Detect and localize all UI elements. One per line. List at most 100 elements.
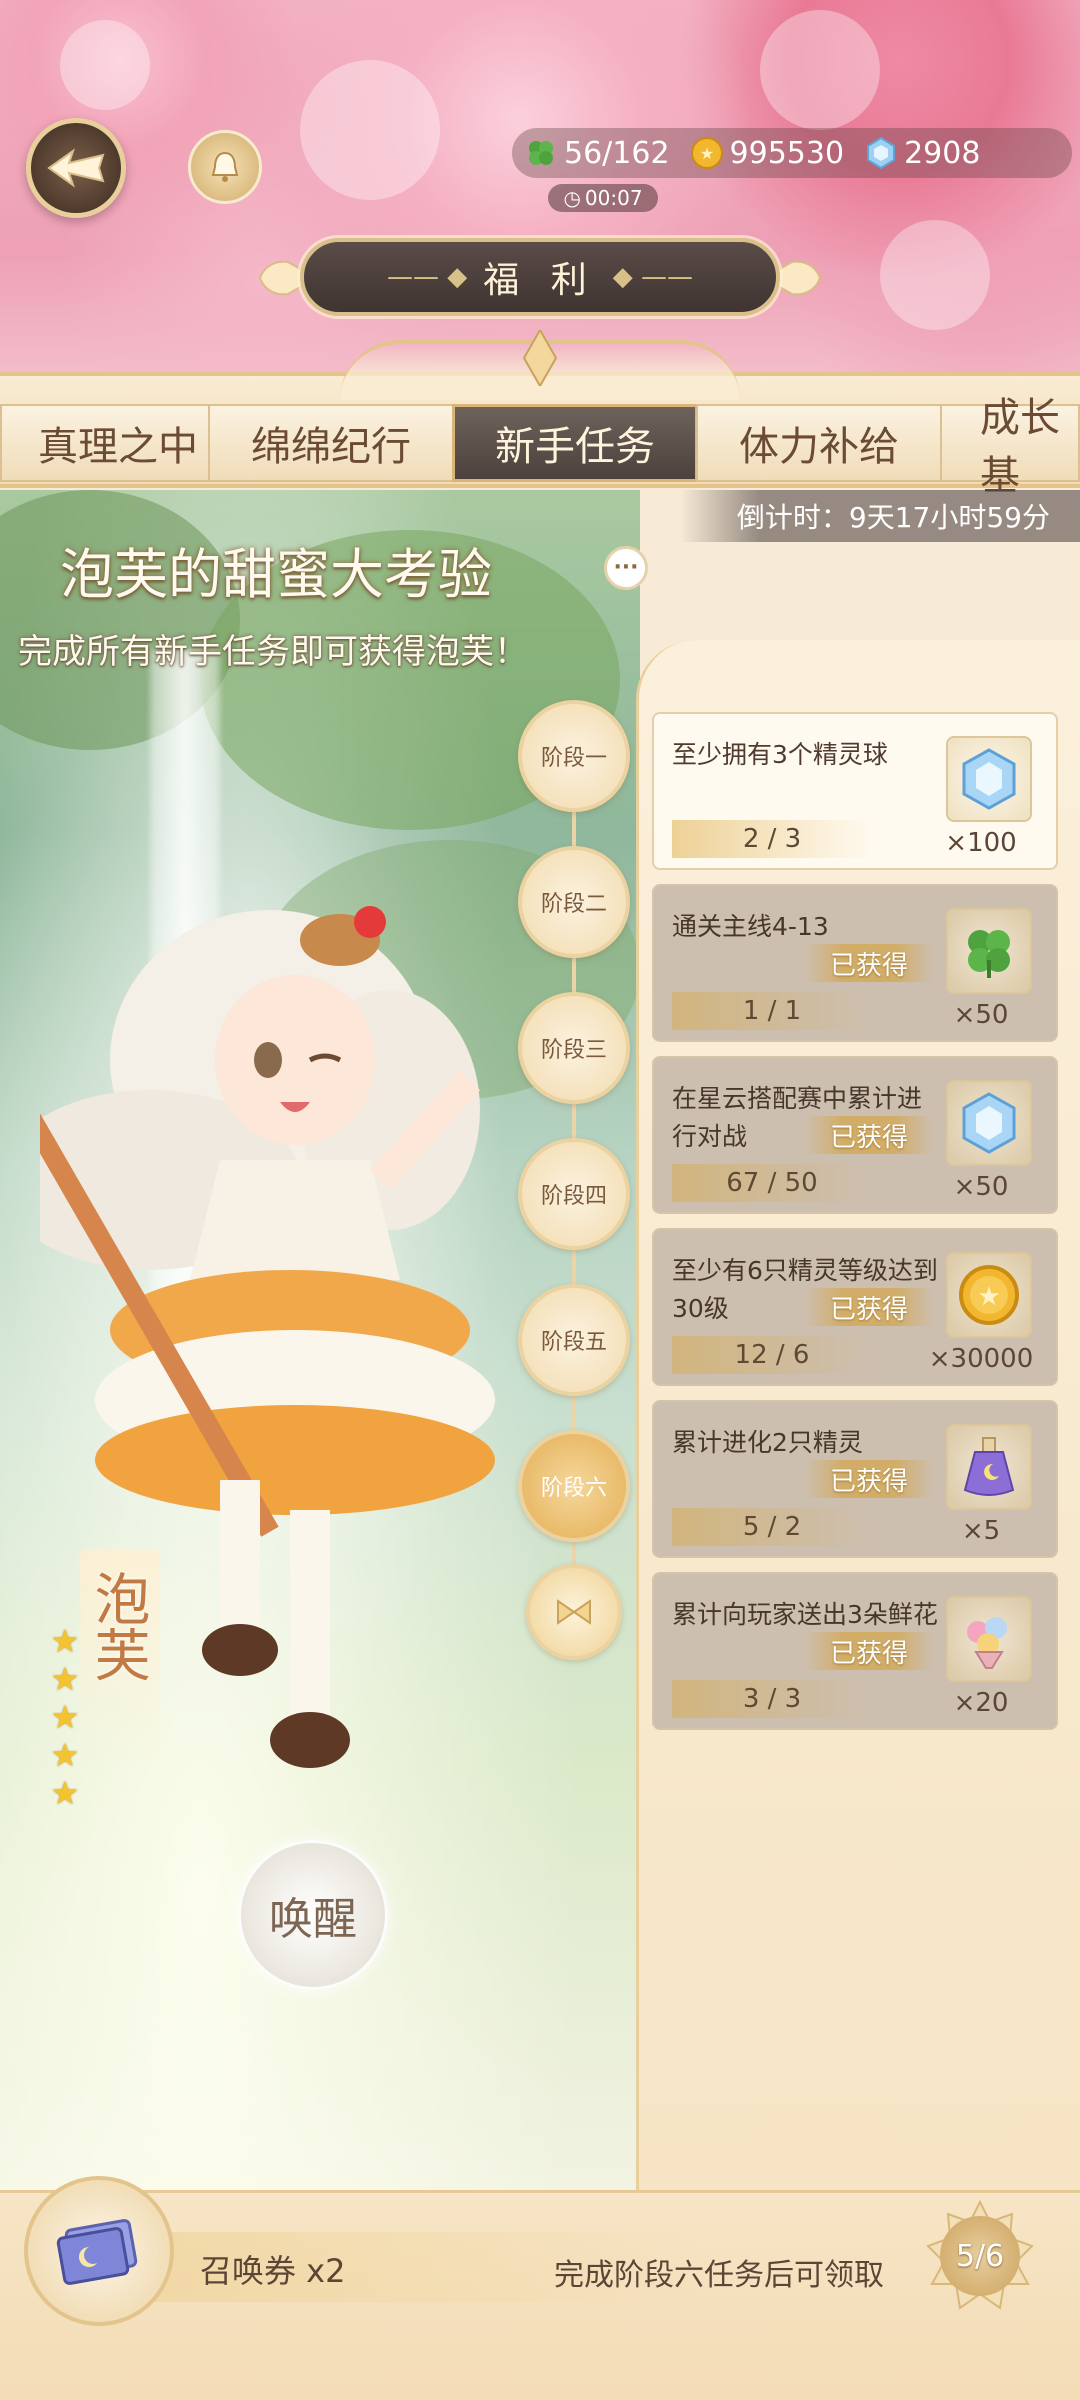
task-progress-text: 3 / 3 [742,1684,802,1714]
stage-label: 阶段四 [540,1184,607,1209]
star-icon: ★ [50,1698,80,1736]
rarity-stars: ★ ★ ★ ★ ★ [48,1624,82,1814]
bow-icon [557,1599,591,1625]
page-title: —— ◆ 福 利 ◆ —— [300,238,780,316]
task-card[interactable]: 至少拥有3个精灵球 2 / 3 ×100 [652,712,1058,870]
star-icon: ★ [50,1622,80,1660]
task-progress-text: 5 / 2 [742,1512,802,1542]
task-card[interactable]: 累计进化2只精灵 已获得 5 / 2 ×5 [652,1400,1058,1558]
reward-count: ×20 [953,1688,1009,1718]
stage-label: 阶段一 [540,746,607,771]
tab-label: 体力补给 [739,424,899,470]
task-card[interactable]: 累计向玩家送出3朵鲜花 已获得 3 / 3 ×20 [652,1572,1058,1730]
character-name: 泡芙 [85,1570,150,1682]
task-progress-text: 12 / 6 [734,1340,810,1370]
info-bubble-button[interactable]: ··· [604,546,648,590]
task-progress: 67 / 50 [672,1164,872,1202]
claimed-stamp: 已获得 [804,1460,934,1498]
tab-growth[interactable]: 成长基 [940,395,1080,499]
tab-journey[interactable]: 绵绵纪行 [208,404,454,482]
tab-label: 真理之中 [38,424,198,470]
gold-counter[interactable]: ★ 995530 [688,134,845,172]
claim-hint: 完成阶段六任务后可领取 [554,2258,884,2293]
task-card[interactable]: 至少有6只精灵等级达到30级 已获得 12 / 6 ★ ×30000 [652,1228,1058,1386]
task-description: 至少拥有3个精灵球 [672,740,888,769]
crystal-icon [862,134,900,172]
resource-bar: 56/162 ★ 995530 2908 [512,128,1072,178]
tab-beginner-tasks[interactable]: 新手任务 [452,404,698,482]
task-progress: 1 / 1 [672,992,872,1030]
crystal-value: 2908 [904,135,981,171]
star-icon: ★ [50,1736,80,1774]
task-card[interactable]: 在星云搭配赛中累计进行对战 已获得 67 / 50 ×50 [652,1056,1058,1214]
notification-bell-button[interactable] [188,130,262,204]
reward-slot[interactable]: ★ [946,1252,1032,1338]
back-button[interactable] [26,118,126,218]
task-progress-text: 2 / 3 [742,824,802,854]
stage-label: 阶段三 [540,1038,607,1063]
reward-slot[interactable] [946,908,1032,994]
stage-1-button[interactable]: 阶段一 [518,700,630,812]
stamina-timer: ◷ 00:07 [548,184,658,212]
stage-progress-badge: 5/6 [924,2200,1036,2312]
tab-stamina-supply[interactable]: 体力补给 [696,404,942,482]
stage-2-button[interactable]: 阶段二 [518,846,630,958]
potion-icon [963,1437,1015,1496]
countdown-text: 倒计时：9天17小时59分 [736,501,1050,534]
task-progress: 3 / 3 [672,1680,872,1718]
reward-slot[interactable] [946,736,1032,822]
reward-count: ×100 [945,828,1017,858]
task-progress: 2 / 3 [672,820,872,858]
back-arrow-icon [47,148,105,188]
page-title-text: 福 利 [483,260,597,301]
tab-label: 新手任务 [495,424,655,470]
reward-slot[interactable] [946,1596,1032,1682]
diamond-ornament-icon [522,330,558,386]
tab-truth[interactable]: 真理之中 [0,404,210,482]
claimed-stamp: 已获得 [804,1288,934,1326]
stage-label: 阶段二 [540,892,607,917]
crystal-icon [962,748,1016,810]
reward-count: ×30000 [928,1344,1034,1374]
stage-label: 阶段五 [540,1330,607,1355]
clover-icon [968,930,1010,978]
reward-count: ×5 [961,1516,1001,1546]
stamina-counter[interactable]: 56/162 [522,134,670,172]
title-ornament-right: ◆ —— [612,262,693,292]
clock-icon: ◷ [563,186,581,210]
claimed-stamp: 已获得 [804,1116,934,1154]
claimed-stamp: 已获得 [804,1632,934,1670]
crystal-counter[interactable]: 2908 [862,134,980,172]
stage-label: 阶段六 [540,1476,607,1501]
stage-5-button[interactable]: 阶段五 [518,1284,630,1396]
task-progress: 5 / 2 [672,1508,872,1546]
tab-label: 绵绵纪行 [251,424,411,470]
gold-coin-icon: ★ [688,134,726,172]
star-icon: ★ [50,1660,80,1698]
summon-ticket-icon [56,2219,138,2285]
stage-4-button[interactable]: 阶段四 [518,1138,630,1250]
task-description: 累计向玩家送出3朵鲜花 [672,1600,938,1629]
stage-6-button[interactable]: 阶段六 [518,1430,630,1542]
bell-icon [211,151,239,182]
awaken-button[interactable]: 唤醒 [238,1840,388,1990]
reward-count: ×50 [953,1172,1009,1202]
stage-progress-value: 5/6 [940,2216,1020,2296]
stamina-value: 56/162 [564,135,670,171]
task-description: 累计进化2只精灵 [672,1428,863,1457]
star-icon: ★ [50,1774,80,1812]
gold-value: 995530 [729,135,845,171]
final-reward-node[interactable] [526,1564,622,1660]
summon-ticket-reward[interactable] [24,2176,174,2326]
svg-text:★: ★ [699,144,713,163]
stage-3-button[interactable]: 阶段三 [518,992,630,1104]
task-progress-text: 67 / 50 [726,1168,818,1198]
event-countdown: 倒计时：9天17小时59分 [680,490,1080,542]
tab-label: 成长基 [980,395,1060,499]
reward-slot[interactable] [946,1080,1032,1166]
task-card[interactable]: 通关主线4-13 已获得 1 / 1 ×50 [652,884,1058,1042]
claimed-stamp: 已获得 [804,944,934,982]
task-progress-text: 1 / 1 [742,996,802,1026]
reward-slot[interactable] [946,1424,1032,1510]
event-subtitle: 完成所有新手任务即可获得泡芙！ [18,632,528,672]
